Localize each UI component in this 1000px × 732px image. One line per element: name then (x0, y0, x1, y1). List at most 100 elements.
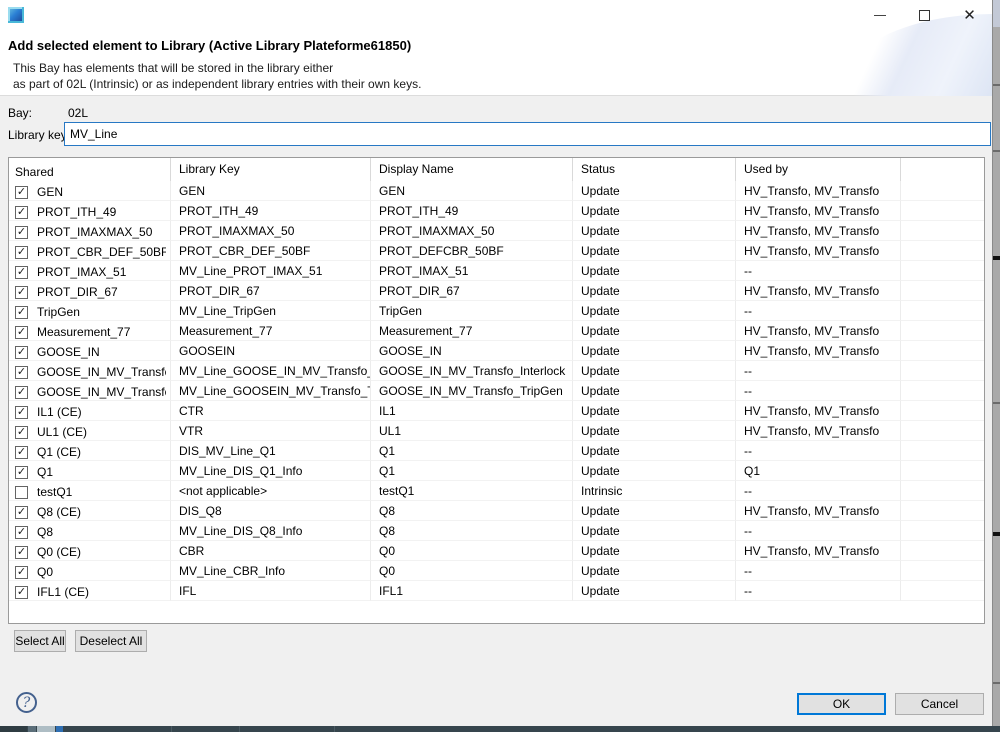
table-row[interactable]: ✓Q8MV_Line_DIS_Q8_InfoQ8Update-- (9, 521, 984, 541)
shared-label: UL1 (CE) (37, 425, 87, 439)
column-header-library-key[interactable]: Library Key (171, 158, 371, 181)
shared-label: Q0 (37, 565, 53, 579)
spacer-cell (901, 181, 984, 201)
table-row[interactable]: ✓PROT_CBR_DEF_50BFPROT_CBR_DEF_50BFPROT_… (9, 241, 984, 261)
status-cell: Update (573, 181, 736, 201)
shared-checkbox[interactable]: ✓ (15, 306, 28, 319)
table-row[interactable]: ✓Q8 (CE)DIS_Q8Q8UpdateHV_Transfo, MV_Tra… (9, 501, 984, 521)
shared-label: PROT_ITH_49 (37, 205, 116, 219)
library-key-cell: DIS_Q8 (171, 501, 371, 521)
status-cell: Update (573, 501, 736, 521)
used-by-cell: -- (736, 261, 901, 281)
shared-label: GOOSE_IN_MV_Transfo... (37, 385, 166, 399)
library-key-cell: MV_Line_CBR_Info (171, 561, 371, 581)
table-row[interactable]: ✓ PROT_IMAXMAX_50PROT_IMAXMAX_50 PROT_IMAX… (9, 221, 984, 241)
shared-label: PROT_CBR_DEF_50BF (37, 245, 166, 259)
used-by-cell: Q1 (736, 461, 901, 481)
spacer-cell (901, 441, 984, 461)
shared-cell: ✓ PROT_IMAXMAX_50 (9, 221, 171, 241)
ok-button[interactable]: OK (797, 693, 886, 715)
table-row[interactable]: ✓PROT_DIR_67PROT_DIR_67PROT_DIR_67Update… (9, 281, 984, 301)
shared-checkbox[interactable]: ✓ (15, 386, 28, 399)
taskbar-edge (0, 726, 1000, 732)
table-row[interactable]: ✓IFL1 (CE)IFLIFL1Update-- (9, 581, 984, 601)
shared-label: PROT_IMAX_51 (37, 265, 126, 279)
shared-checkbox[interactable]: ✓ (15, 586, 28, 599)
table-row[interactable]: ✓IL1 (CE)CTRIL1UpdateHV_Transfo, MV_Tran… (9, 401, 984, 421)
status-cell: Update (573, 321, 736, 341)
table-row[interactable]: ✓Q0MV_Line_CBR_InfoQ0Update-- (9, 561, 984, 581)
shared-checkbox[interactable]: ✓ (15, 546, 28, 559)
used-by-cell: -- (736, 581, 901, 601)
display-name-cell: IL1 (371, 401, 573, 421)
shared-cell: ✓Q0 (CE) (9, 541, 171, 561)
spacer-cell (901, 261, 984, 281)
table-row[interactable]: ✓Q1MV_Line_DIS_Q1_InfoQ1UpdateQ1 (9, 461, 984, 481)
library-key-input[interactable] (64, 122, 991, 146)
shared-checkbox[interactable]: ✓ (15, 506, 28, 519)
used-by-cell: HV_Transfo, MV_Transfo (736, 181, 901, 201)
spacer-cell (901, 281, 984, 301)
cancel-button[interactable]: Cancel (895, 693, 984, 715)
table-row[interactable]: ✓TripGenMV_Line_TripGenTripGenUpdate-- (9, 301, 984, 321)
shared-checkbox[interactable]: ✓ (15, 566, 28, 579)
table-row[interactable]: ✓UL1 (CE)VTRUL1UpdateHV_Transfo, MV_Tran… (9, 421, 984, 441)
shared-checkbox[interactable]: ✓ (15, 266, 28, 279)
shared-checkbox[interactable]: ✓ (15, 326, 28, 339)
column-header-display-name[interactable]: Display Name (371, 158, 573, 181)
used-by-cell: HV_Transfo, MV_Transfo (736, 241, 901, 261)
deselect-all-button[interactable]: Deselect All (75, 630, 147, 652)
column-header-shared[interactable]: Shared (9, 158, 171, 181)
table-row[interactable]: ✓PROT_ITH_49PROT_ITH_49PROT_ITH_49Update… (9, 201, 984, 221)
shared-checkbox[interactable]: ✓ (15, 286, 28, 299)
shared-checkbox[interactable]: ✓ (15, 246, 28, 259)
shared-checkbox[interactable]: ✓ (15, 426, 28, 439)
column-header-status[interactable]: Status (573, 158, 736, 181)
table-row[interactable]: ✓GOOSE_IN_MV_Transfo...MV_Line_GOOSE_IN_… (9, 361, 984, 381)
shared-checkbox[interactable]: ✓ (15, 526, 28, 539)
display-name-cell: UL1 (371, 421, 573, 441)
minimize-icon[interactable] (857, 0, 902, 30)
display-name-cell: PROT_DEFCBR_50BF (371, 241, 573, 261)
library-key-cell: PROT_IMAXMAX_50 (171, 221, 371, 241)
table-row[interactable]: ✓GENGENGENUpdateHV_Transfo, MV_Transfo (9, 181, 984, 201)
table-row[interactable]: ✓PROT_IMAX_51MV_Line_PROT_IMAX_51PROT_IM… (9, 261, 984, 281)
used-by-cell: -- (736, 381, 901, 401)
shared-checkbox[interactable]: ✓ (15, 406, 28, 419)
used-by-cell: -- (736, 481, 901, 501)
shared-label: testQ1 (37, 485, 72, 499)
shared-checkbox[interactable]: ✓ (15, 226, 28, 239)
shared-label: IL1 (CE) (37, 405, 82, 419)
column-header-used-by[interactable]: Used by (736, 158, 901, 181)
display-name-cell: PROT_IMAX_51 (371, 261, 573, 281)
select-all-button[interactable]: Select All (14, 630, 66, 652)
shared-checkbox[interactable] (15, 486, 28, 499)
shared-checkbox[interactable]: ✓ (15, 366, 28, 379)
table-row[interactable]: testQ1<not applicable>testQ1Intrinsic-- (9, 481, 984, 501)
display-name-cell: testQ1 (371, 481, 573, 501)
shared-checkbox[interactable]: ✓ (15, 466, 28, 479)
table-row[interactable]: ✓Q0 (CE)CBRQ0UpdateHV_Transfo, MV_Transf… (9, 541, 984, 561)
library-key-cell: DIS_MV_Line_Q1 (171, 441, 371, 461)
status-cell: Update (573, 301, 736, 321)
table-row[interactable]: ✓ GOOSE_IN_MV_Transfo... MV_Line_GOOSEIN_M… (9, 381, 984, 401)
library-key-cell: MV_Line_GOOSEIN_MV_Transfo_T... (171, 381, 371, 401)
help-icon[interactable]: ? (16, 692, 37, 713)
shared-checkbox[interactable]: ✓ (15, 446, 28, 459)
title-bar[interactable]: ✕ (0, 0, 992, 30)
shared-cell: ✓ Q0 (9, 561, 171, 581)
close-icon[interactable]: ✕ (947, 0, 992, 30)
status-cell: Update (573, 441, 736, 461)
maximize-icon[interactable] (902, 0, 947, 30)
table-row[interactable]: ✓Measurement_77Measurement_77Measurement… (9, 321, 984, 341)
spacer-cell (901, 481, 984, 501)
shared-label: PROT_IMAXMAX_50 (37, 225, 152, 239)
table-row[interactable]: ✓Q1 (CE)DIS_MV_Line_Q1Q1Update-- (9, 441, 984, 461)
elements-table[interactable]: Shared Library Key Display Name Status U… (8, 157, 985, 624)
table-row[interactable]: ✓GOOSE_INGOOSEINGOOSE_INUpdateHV_Transfo… (9, 341, 984, 361)
shared-checkbox[interactable]: ✓ (15, 206, 28, 219)
shared-checkbox[interactable]: ✓ (15, 186, 28, 199)
spacer-cell (901, 381, 984, 401)
table-body: ✓GENGENGENUpdateHV_Transfo, MV_Transfo✓P… (9, 181, 984, 601)
shared-checkbox[interactable]: ✓ (15, 346, 28, 359)
